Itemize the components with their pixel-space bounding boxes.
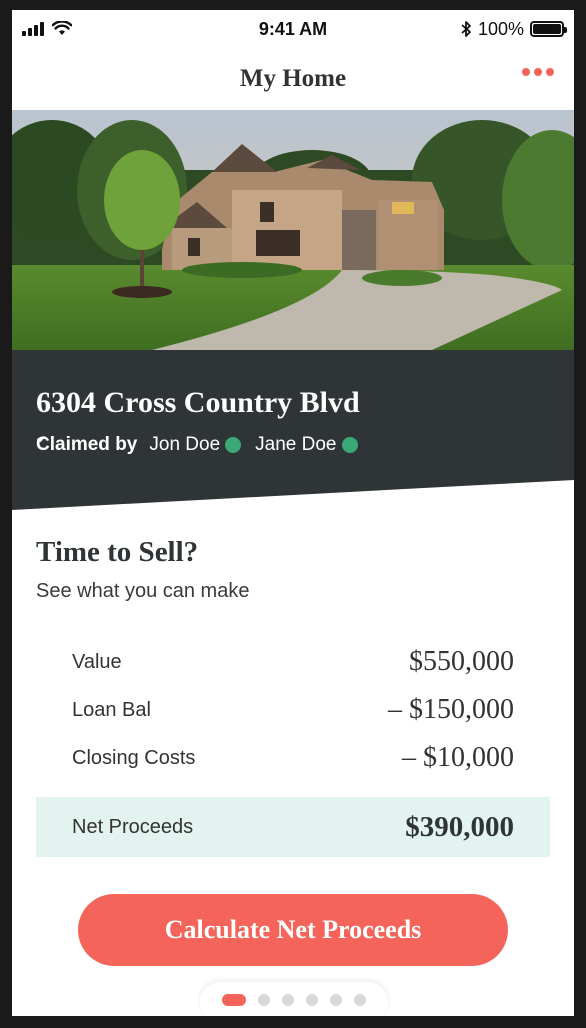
- claimed-label: Claimed by: [36, 434, 138, 455]
- more-icon[interactable]: [522, 68, 554, 76]
- page-dot[interactable]: [258, 994, 270, 1006]
- net-proceeds-value: $390,000: [405, 810, 514, 843]
- owner-name: Jane Doe: [255, 434, 337, 455]
- bluetooth-icon: [461, 21, 471, 37]
- wifi-icon: [52, 21, 72, 35]
- page-dot-active[interactable]: [222, 994, 246, 1006]
- breakdown-row: Closing Costs – $10,000: [36, 734, 550, 782]
- verified-icon: [37, 436, 358, 453]
- house-photo: [12, 110, 574, 350]
- row-value: $550,000: [409, 646, 514, 677]
- owner-item[interactable]: Jane Doe: [37, 434, 358, 456]
- row-label: Closing Costs: [72, 746, 196, 769]
- address-panel: 6304 Cross Country Blvd Claimed by Jon D…: [12, 350, 574, 510]
- calculate-net-proceeds-button[interactable]: Calculate Net Proceeds: [78, 894, 508, 966]
- owner-item[interactable]: Jon Doe: [37, 434, 242, 456]
- section-title: Time to Sell?: [36, 536, 199, 568]
- status-bar: 9:41 AM 100%: [12, 10, 574, 48]
- owner-name: Jon Doe: [149, 434, 221, 455]
- status-left: [22, 21, 72, 37]
- claimed-by: Claimed by Jon Doe Jane Doe: [36, 434, 372, 456]
- battery-percent: 100%: [477, 18, 524, 39]
- breakdown-row: Value $550,000: [36, 638, 550, 686]
- property-address: 6304 Cross Country Blvd: [36, 386, 360, 419]
- nav-bar: My Home: [12, 48, 574, 110]
- page-dot[interactable]: [330, 994, 342, 1006]
- signal-icon: [22, 22, 44, 36]
- page-dot[interactable]: [306, 994, 318, 1006]
- net-proceeds-row: Net Proceeds $390,000: [36, 797, 550, 857]
- row-value: – $10,000: [402, 742, 514, 773]
- panel-background: [12, 350, 574, 510]
- row-label: Loan Bal: [72, 698, 151, 721]
- page-indicator: [200, 982, 388, 1016]
- row-value: – $150,000: [388, 694, 514, 725]
- phone-screen: 9:41 AM 100% My Home 6304 Cross Country …: [12, 10, 574, 1016]
- page-dot[interactable]: [354, 994, 366, 1006]
- page-dot[interactable]: [282, 994, 294, 1006]
- breakdown-row: Loan Bal – $150,000: [36, 686, 550, 734]
- verified-icon: [37, 436, 242, 453]
- row-label: Value: [72, 650, 122, 673]
- section-subtitle: See what you can make: [36, 580, 250, 602]
- battery-icon: [530, 21, 567, 37]
- proceeds-breakdown: Value $550,000 Loan Bal – $150,000 Closi…: [36, 638, 550, 782]
- net-proceeds-label: Net Proceeds: [72, 815, 194, 838]
- page-title: My Home: [239, 65, 347, 92]
- status-right: 100%: [460, 18, 567, 40]
